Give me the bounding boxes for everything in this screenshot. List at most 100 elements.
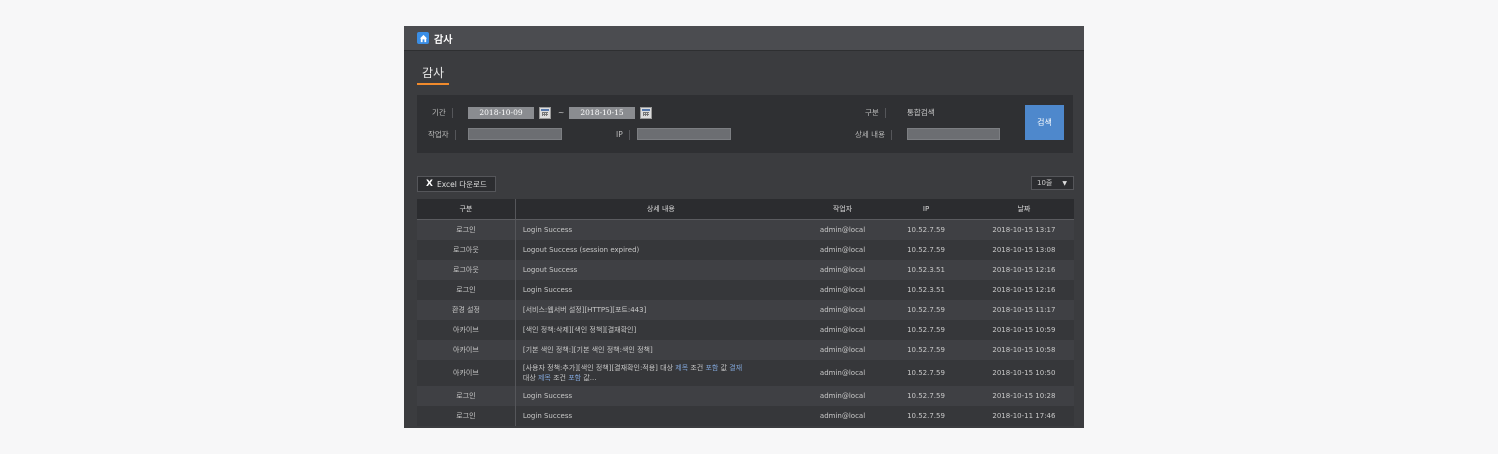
chevron-down-icon: ▼ [1062,179,1067,187]
table-row[interactable]: 로그인 Login Success admin@local 10.52.7.59… [417,386,1074,406]
header-ip[interactable]: IP [878,199,974,220]
cell-detail: [색인 정책:삭제][색인 정책][결재확인] [515,320,807,340]
cell-type: 아카이브 [417,340,516,360]
cell-user: admin@local [806,219,879,240]
table-row[interactable]: 환경 설정 [서비스:웹서버 설정][HTTPS][포트:443] admin@… [417,300,1074,320]
cell-user: admin@local [806,260,879,280]
cell-type: 로그인 [417,219,516,240]
cell-detail: [서비스:웹서버 설정][HTTPS][포트:443] [515,300,807,320]
detail-text: 값 [718,364,730,372]
cell-date: 2018-10-15 12:16 [973,280,1074,300]
excel-download-label: Excel 다운로드 [436,179,487,189]
period-label: 기간 [432,108,453,118]
cell-ip: 10.52.7.59 [878,386,974,406]
detail-highlight: 제목 [537,374,551,382]
date-from-input[interactable]: 2018-10-09 [468,107,534,119]
calendar-icon[interactable] [539,107,551,119]
cell-type: 아카이브 [417,360,516,386]
cell-ip: 10.52.3.51 [878,260,974,280]
cell-detail: [기본 색인 정책:][기본 색인 정책:색인 정책] [515,340,807,360]
ip-input[interactable] [637,128,731,140]
cell-ip: 10.52.7.59 [878,300,974,320]
detail-highlight: 포함 [568,374,582,382]
table-row[interactable]: 로그아웃 Logout Success (session expired) ad… [417,240,1074,260]
calendar-icon[interactable] [640,107,652,119]
cell-date: 2018-10-15 12:16 [973,260,1074,280]
cell-type: 로그인 [417,280,516,300]
home-icon[interactable] [417,32,429,44]
author-label: 작업자 [428,130,456,140]
cell-date: 2018-10-15 10:59 [973,320,1074,340]
header-date[interactable]: 날짜 [973,199,1074,220]
detail-text: 대상 [522,374,538,382]
category-select[interactable]: 통합검색 [907,108,935,118]
cell-ip: 10.52.3.51 [878,280,974,300]
date-separator: ~ [558,108,565,117]
cell-date: 2018-10-15 10:50 [973,360,1074,386]
cell-user: admin@local [806,406,879,426]
detail-label: 상세 내용 [855,130,892,140]
cell-type: 아카이브 [417,320,516,340]
detail-text: 조건 [688,364,706,372]
date-to-input[interactable]: 2018-10-15 [569,107,635,119]
search-button[interactable]: 검색 [1025,105,1064,140]
header-user[interactable]: 작업자 [806,199,879,220]
cell-user: admin@local [806,360,879,386]
title-bar: 감사 [404,26,1084,51]
table-row[interactable]: 아카이브 [기본 색인 정책:][기본 색인 정책:색인 정책] admin@l… [417,340,1074,360]
table-row[interactable]: 로그인 Login Success admin@local 10.52.3.51… [417,280,1074,300]
cell-user: admin@local [806,320,879,340]
cell-detail: Login Success [515,219,807,240]
cell-ip: 10.52.7.59 [878,360,974,386]
cell-user: admin@local [806,240,879,260]
cell-detail: Logout Success (session expired) [515,240,807,260]
excel-download-button[interactable]: X Excel 다운로드 [417,176,496,192]
table-row[interactable]: 로그아웃 Logout Success admin@local 10.52.3.… [417,260,1074,280]
rows-per-page-value: 10줄 [1037,179,1053,187]
cell-detail: [사용자 정책:추가][색인 정책][결재확인:적용] 대상 제목 조건 포함 … [515,360,807,386]
audit-log-table: 구분 상세 내용 작업자 IP 날짜 로그인 Login Success adm… [417,199,1074,426]
detail-highlight: 제목 [675,364,689,372]
table-header-row: 구분 상세 내용 작업자 IP 날짜 [417,199,1074,220]
excel-icon: X [426,179,433,189]
window-title: 감사 [434,34,453,46]
rows-per-page-select[interactable]: 10줄 ▼ [1031,176,1074,190]
cell-ip: 10.52.7.59 [878,219,974,240]
cell-type: 로그아웃 [417,240,516,260]
ip-label: IP [616,130,630,140]
table-row[interactable]: 로그인 Login Success admin@local 10.52.7.59… [417,406,1074,426]
detail-text: [사용자 정책:추가][색인 정책][결재확인:적용] 대상 [522,364,676,372]
audit-window: 감사 감사 기간 2018-10-09 ~ 2018-10-15 구분 통합검색… [404,26,1084,428]
cell-type: 로그인 [417,406,516,426]
filter-panel: 기간 2018-10-09 ~ 2018-10-15 구분 통합검색 작업자 I… [417,95,1073,153]
cell-detail: Login Success [515,406,807,426]
cell-date: 2018-10-15 11:17 [973,300,1074,320]
detail-input[interactable] [907,128,1000,140]
category-label: 구분 [865,108,886,118]
cell-detail: Login Success [515,280,807,300]
detail-text: 값... [581,374,597,382]
cell-ip: 10.52.7.59 [878,320,974,340]
cell-date: 2018-10-15 13:17 [973,219,1074,240]
cell-user: admin@local [806,280,879,300]
cell-ip: 10.52.7.59 [878,340,974,360]
author-input[interactable] [468,128,562,140]
cell-date: 2018-10-15 10:28 [973,386,1074,406]
cell-detail: Login Success [515,386,807,406]
cell-type: 환경 설정 [417,300,516,320]
cell-detail: Logout Success [515,260,807,280]
header-type[interactable]: 구분 [417,199,516,220]
detail-text: 조건 [550,374,569,382]
table-row[interactable]: 아카이브 [사용자 정책:추가][색인 정책][결재확인:적용] 대상 제목 조… [417,360,1074,386]
cell-date: 2018-10-15 10:58 [973,340,1074,360]
table-row[interactable]: 아카이브 [색인 정책:삭제][색인 정책][결재확인] admin@local… [417,320,1074,340]
cell-user: admin@local [806,340,879,360]
cell-type: 로그아웃 [417,260,516,280]
cell-date: 2018-10-11 17:46 [973,406,1074,426]
table-row[interactable]: 로그인 Login Success admin@local 10.52.7.59… [417,219,1074,240]
detail-highlight: 포함 [705,364,719,372]
header-detail[interactable]: 상세 내용 [515,199,807,220]
cell-ip: 10.52.7.59 [878,406,974,426]
cell-type: 로그인 [417,386,516,406]
cell-date: 2018-10-15 13:08 [973,240,1074,260]
